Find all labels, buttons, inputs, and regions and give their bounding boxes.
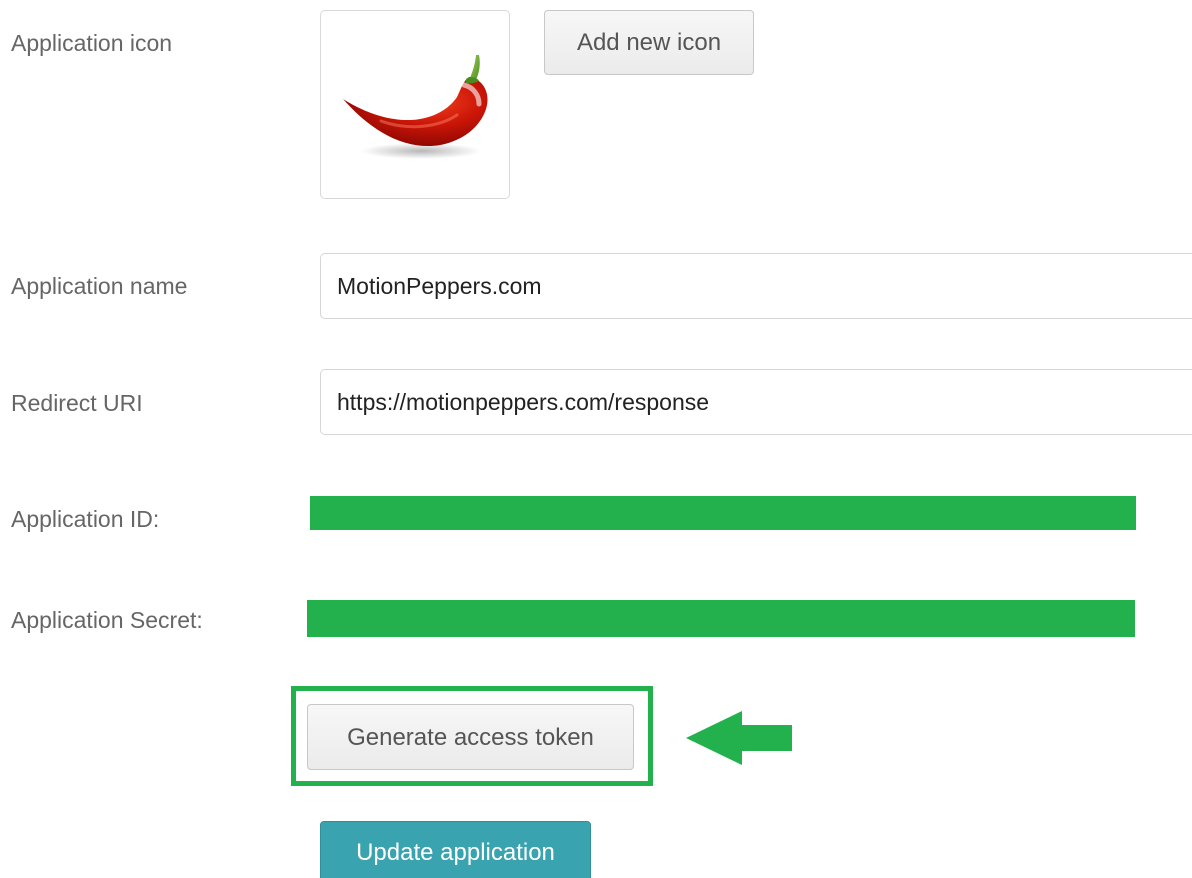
- add-new-icon-button[interactable]: Add new icon: [544, 10, 754, 75]
- application-secret-redaction: [307, 600, 1135, 637]
- application-settings-form: Application icon Add new icon Applicatio…: [0, 0, 1192, 878]
- application-secret-label: Application Secret:: [11, 607, 203, 633]
- left-arrow-icon: [686, 711, 792, 765]
- application-id-label: Application ID:: [11, 506, 160, 532]
- application-icon-label: Application icon: [11, 30, 173, 56]
- application-name-label: Application name: [11, 273, 188, 299]
- application-icon-preview: [320, 10, 510, 199]
- redirect-uri-input[interactable]: [320, 369, 1192, 435]
- application-name-input[interactable]: [320, 253, 1192, 319]
- redirect-uri-label: Redirect URI: [11, 390, 143, 416]
- update-application-button[interactable]: Update application: [320, 821, 591, 878]
- generate-access-token-button[interactable]: Generate access token: [307, 704, 634, 770]
- application-id-redaction: [310, 496, 1136, 530]
- chili-pepper-icon: [343, 55, 488, 159]
